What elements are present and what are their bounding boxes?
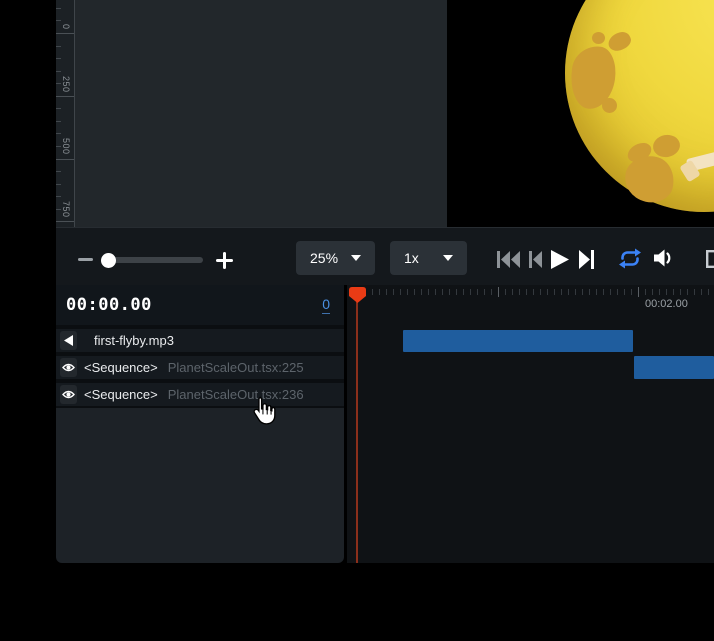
track-source: PlanetScaleOut.tsx:225 [168, 360, 304, 375]
loop-toggle-button[interactable] [618, 248, 642, 269]
composition-preview [447, 0, 714, 227]
zoom-slider-thumb[interactable] [101, 253, 116, 268]
track-mute-button[interactable] [60, 331, 77, 350]
playhead-line [356, 302, 358, 563]
previous-frame-button[interactable] [529, 251, 542, 268]
volume-icon [654, 249, 673, 267]
timeline-panel: 00:00.00 0 first-flyby.mp3 [56, 285, 714, 563]
scale-value: 25% [310, 250, 338, 266]
previous-frame-icon [529, 251, 542, 268]
eye-icon [62, 389, 75, 400]
volume-button[interactable] [654, 249, 673, 267]
scale-select[interactable]: 25% [296, 241, 375, 275]
track-row-sequence-236[interactable]: <Sequence> PlanetScaleOut.tsx:236 [56, 383, 344, 406]
track-visibility-button[interactable] [60, 358, 77, 377]
plus-icon [223, 252, 226, 269]
speed-value: 1x [404, 250, 419, 266]
current-frame-link[interactable]: 0 [322, 296, 330, 314]
planet-graphic [565, 0, 714, 212]
zoom-out-button[interactable] [76, 250, 95, 269]
seek-start-button[interactable] [497, 251, 520, 268]
current-timecode: 00:00.00 [66, 295, 152, 315]
planet-crater [592, 32, 605, 44]
planet-crater [651, 133, 681, 159]
preview-canvas-area: 0250500750 [56, 0, 714, 227]
playhead-marker[interactable] [349, 287, 366, 303]
track-label: first-flyby.mp3 [94, 333, 174, 348]
next-frame-icon [579, 250, 594, 269]
track-source: PlanetScaleOut.tsx:236 [168, 387, 304, 402]
timeline-clip[interactable] [634, 356, 714, 379]
timeline-header: 00:00.00 0 [56, 285, 344, 325]
chevron-down-icon [443, 255, 453, 261]
play-icon [551, 250, 569, 269]
minus-icon [78, 258, 93, 261]
track-label: <Sequence> [84, 360, 158, 375]
zoom-slider[interactable] [103, 257, 203, 263]
play-button[interactable] [551, 250, 569, 269]
playback-speed-select[interactable]: 1x [390, 241, 467, 275]
ruler-time-label: 00:02.00 [645, 298, 688, 310]
zoom-in-button[interactable] [216, 252, 233, 269]
timeline-track-list: 00:00.00 0 first-flyby.mp3 [56, 285, 344, 563]
timeline-clip[interactable] [403, 330, 633, 352]
chevron-down-icon [351, 255, 361, 261]
track-visibility-button[interactable] [60, 385, 77, 404]
preview-vertical-ruler[interactable]: 0250500750 [56, 0, 75, 227]
track-label: <Sequence> [84, 387, 158, 402]
eye-icon [62, 362, 75, 373]
timeline-tracks-area[interactable]: 00:02.00 [347, 285, 714, 563]
next-frame-button[interactable] [579, 250, 594, 269]
fullscreen-button[interactable] [706, 250, 714, 268]
studio-window: 0250500750 25% [0, 0, 714, 641]
fullscreen-bracket-icon [706, 250, 714, 268]
planet-crater [606, 29, 634, 54]
loop-icon [618, 248, 642, 269]
playback-toolbar: 25% 1x [56, 227, 714, 285]
speaker-muted-icon [64, 335, 73, 346]
planet-crater [602, 98, 617, 113]
skip-to-start-icon [497, 251, 520, 268]
track-row-sequence-225[interactable]: <Sequence> PlanetScaleOut.tsx:225 [56, 356, 344, 379]
track-row-audio[interactable]: first-flyby.mp3 [56, 329, 344, 352]
